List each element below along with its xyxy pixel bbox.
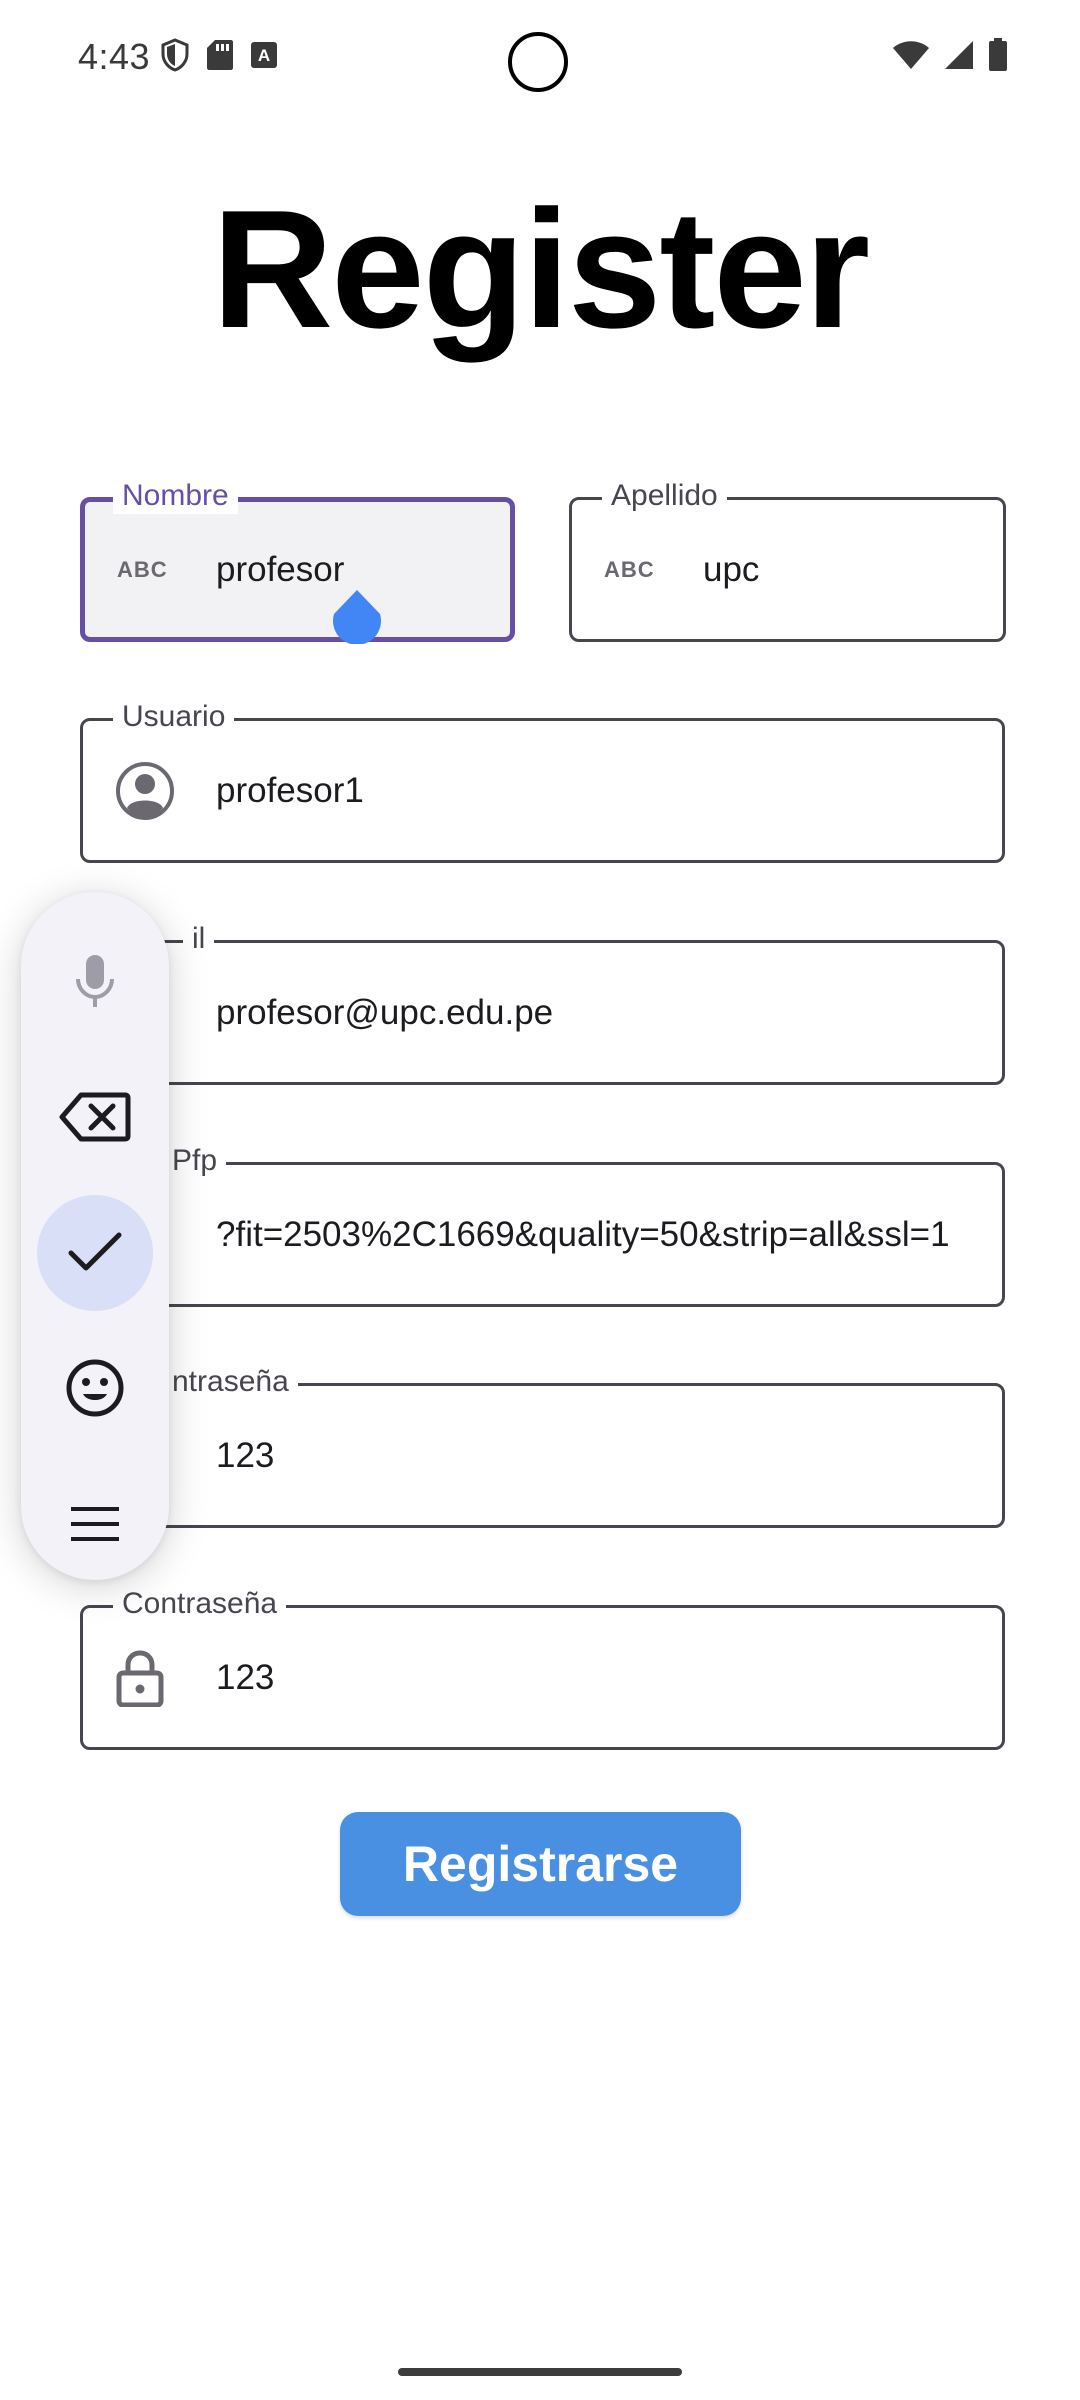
pfp-label: Pfp bbox=[163, 1143, 227, 1179]
confirm-password-field[interactable]: Contraseña 123 bbox=[80, 1586, 1005, 1750]
password-value: 123 bbox=[216, 1435, 275, 1475]
pfp-field[interactable]: Pfp ?fit=2503%2C1669&quality=50&strip=al… bbox=[80, 1143, 1005, 1307]
abc-icon: ABC bbox=[604, 556, 655, 582]
email-value: profesor@upc.edu.pe bbox=[216, 992, 554, 1032]
keyboard-toolbar bbox=[21, 892, 169, 1580]
battery-icon bbox=[988, 38, 1008, 77]
status-time: 4:43 bbox=[78, 36, 151, 77]
svg-text:A: A bbox=[258, 46, 270, 65]
register-button[interactable]: Registrarse bbox=[340, 1812, 741, 1916]
nombre-field[interactable]: Nombre ABC profesor bbox=[80, 478, 515, 642]
nombre-label: Nombre bbox=[113, 478, 238, 514]
usuario-field[interactable]: Usuario profesor1 bbox=[80, 699, 1005, 863]
emoji-icon[interactable] bbox=[37, 1330, 153, 1446]
camera-cutout bbox=[508, 32, 568, 92]
apellido-field[interactable]: Apellido ABC upc bbox=[569, 478, 1006, 642]
register-screen: 4:43 A Register Nombre ABC profesor Apel… bbox=[0, 0, 1080, 2400]
status-icons-left: A bbox=[160, 38, 278, 77]
gesture-nav-handle[interactable] bbox=[398, 2368, 682, 2376]
signal-icon bbox=[944, 40, 974, 75]
check-icon[interactable] bbox=[37, 1195, 153, 1311]
nombre-value: profesor bbox=[216, 549, 345, 589]
password-field[interactable]: ntraseña 123 bbox=[80, 1364, 1005, 1528]
text-cursor-handle[interactable] bbox=[330, 590, 384, 645]
apellido-label: Apellido bbox=[602, 478, 727, 514]
mic-icon[interactable] bbox=[37, 924, 153, 1040]
pfp-value: ?fit=2503%2C1669&quality=50&strip=all&ss… bbox=[216, 1214, 950, 1254]
lock-icon bbox=[115, 1649, 165, 1707]
page-title: Register bbox=[211, 175, 870, 363]
wifi-icon bbox=[892, 40, 930, 75]
shield-icon bbox=[160, 38, 190, 77]
account-circle-icon bbox=[115, 761, 175, 821]
sd-card-icon bbox=[206, 39, 234, 76]
password-label: ntraseña bbox=[163, 1364, 298, 1400]
confirm-password-label: Contraseña bbox=[113, 1586, 287, 1622]
email-label: il bbox=[183, 921, 215, 957]
menu-icon[interactable] bbox=[37, 1466, 153, 1582]
usuario-label: Usuario bbox=[113, 699, 235, 735]
status-icons-right bbox=[892, 38, 1008, 77]
email-field[interactable]: il profesor@upc.edu.pe bbox=[80, 921, 1005, 1085]
backspace-icon[interactable] bbox=[37, 1059, 153, 1175]
confirm-password-value: 123 bbox=[216, 1657, 275, 1697]
usuario-value: profesor1 bbox=[216, 770, 364, 810]
apellido-value: upc bbox=[703, 549, 760, 589]
abc-icon: ABC bbox=[117, 556, 168, 582]
font-icon: A bbox=[250, 41, 278, 74]
